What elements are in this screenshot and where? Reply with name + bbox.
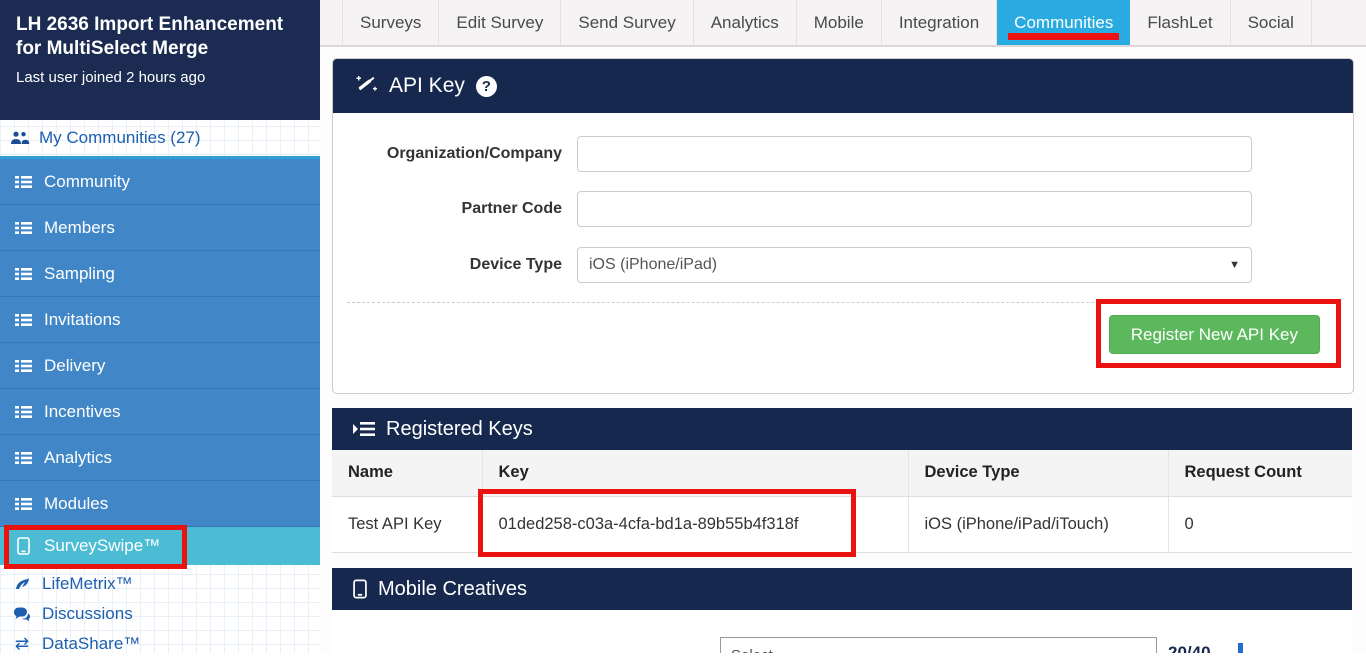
- organization-label: Organization/Company: [333, 145, 577, 163]
- sidebar-item-modules[interactable]: Modules: [0, 481, 320, 527]
- sidebar-item-delivery[interactable]: Delivery: [0, 343, 320, 389]
- organization-input[interactable]: [577, 136, 1252, 172]
- creative-counter-text: 20/40: [1168, 643, 1211, 653]
- column-header-device-type: Device Type: [908, 450, 1168, 496]
- tab-communities-label: Communities: [1014, 13, 1113, 32]
- last-user-joined-text: Last user joined 2 hours ago: [16, 69, 304, 86]
- form-row-organization: Organization/Company: [333, 136, 1353, 172]
- device-type-selected-value: iOS (iPhone/iPad): [589, 256, 717, 274]
- sidebar-item-analytics[interactable]: Analytics: [0, 435, 320, 481]
- leaf-icon: [12, 577, 32, 591]
- list-icon: [13, 221, 33, 235]
- tab-communities[interactable]: Communities: [997, 0, 1130, 45]
- key-value-cell: 01ded258-c03a-4cfa-bd1a-89b55b4f318f: [482, 496, 908, 552]
- mobile-creatives-body: Select... 20/40: [332, 610, 1352, 653]
- list-icon: [13, 175, 33, 189]
- my-communities-label: My Communities (27): [39, 128, 201, 148]
- list-icon: [13, 267, 33, 281]
- api-key-panel: API Key ? Organization/Company Partner C…: [332, 58, 1354, 394]
- registered-keys-header: Registered Keys: [332, 408, 1352, 450]
- sidebar-item-label: Delivery: [44, 356, 105, 376]
- sidebar-item-label: DataShare™: [42, 634, 140, 654]
- magic-wand-icon: [354, 74, 378, 98]
- sidebar-item-label: Discussions: [42, 604, 133, 624]
- registered-keys-title: Registered Keys: [386, 418, 533, 441]
- list-icon: [13, 497, 33, 511]
- sidebar-item-members[interactable]: Members: [0, 205, 320, 251]
- sidebar-item-label: SurveySwipe™: [44, 536, 160, 556]
- sidebar-item-incentives[interactable]: Incentives: [0, 389, 320, 435]
- sidebar-item-sampling[interactable]: Sampling: [0, 251, 320, 297]
- mobile-creatives-title: Mobile Creatives: [378, 578, 527, 601]
- device-type-select[interactable]: iOS (iPhone/iPad) ▼: [577, 247, 1252, 283]
- column-header-key: Key: [482, 450, 908, 496]
- tab-send-survey[interactable]: Send Survey: [561, 0, 693, 45]
- form-row-partner-code: Partner Code: [333, 191, 1353, 227]
- help-icon[interactable]: ?: [476, 76, 497, 97]
- creative-select[interactable]: Select...: [720, 637, 1157, 653]
- main-content: API Key ? Organization/Company Partner C…: [320, 47, 1366, 653]
- chat-bubbles-icon: [12, 607, 32, 622]
- sidebar-item-lifemetrix[interactable]: LifeMetrix™: [0, 569, 320, 599]
- form-row-device-type: Device Type iOS (iPhone/iPad) ▼: [333, 247, 1353, 283]
- mobile-creatives-header: Mobile Creatives: [332, 568, 1352, 610]
- sidebar-item-label: Analytics: [44, 448, 112, 468]
- sidebar: LH 2636 Import Enhancement for MultiSele…: [0, 0, 320, 653]
- partner-code-label: Partner Code: [333, 200, 577, 218]
- list-icon: [13, 405, 33, 419]
- tab-analytics[interactable]: Analytics: [694, 0, 797, 45]
- transfer-arrows-icon: ⇄: [12, 634, 32, 654]
- key-request-count-cell: 0: [1168, 496, 1352, 552]
- sidebar-item-label: LifeMetrix™: [42, 574, 133, 594]
- column-header-request-count: Request Count: [1168, 450, 1352, 496]
- key-device-type-cell: iOS (iPhone/iPad/iTouch): [908, 496, 1168, 552]
- sidebar-item-community[interactable]: Community: [0, 159, 320, 205]
- sidebar-item-label: Sampling: [44, 264, 115, 284]
- mobile-phone-icon: [13, 537, 33, 555]
- sidebar-item-label: Incentives: [44, 402, 121, 422]
- people-group-icon: [10, 131, 30, 145]
- table-header-row: Name Key Device Type Request Count: [332, 450, 1352, 496]
- registered-keys-table: Name Key Device Type Request Count Test …: [332, 450, 1352, 553]
- sidebar-item-surveyswipe[interactable]: SurveySwipe™: [0, 527, 320, 565]
- tab-edit-survey[interactable]: Edit Survey: [439, 0, 561, 45]
- register-new-api-key-button[interactable]: Register New API Key: [1109, 315, 1320, 354]
- registered-keys-panel: Registered Keys Name Key Device Type Req…: [332, 408, 1352, 553]
- list-icon: [13, 451, 33, 465]
- blue-marker-icon: [1238, 643, 1243, 653]
- mobile-creatives-panel: Mobile Creatives Select... 20/40: [332, 568, 1352, 653]
- sidebar-item-invitations[interactable]: Invitations: [0, 297, 320, 343]
- sidebar-item-label: Members: [44, 218, 115, 238]
- list-icon: [13, 359, 33, 373]
- sidebar-item-label: Invitations: [44, 310, 121, 330]
- key-name-cell: Test API Key: [332, 496, 482, 552]
- community-title: LH 2636 Import Enhancement for MultiSele…: [16, 13, 304, 62]
- dashed-divider: [347, 302, 1339, 303]
- sidebar-item-label: Modules: [44, 494, 108, 514]
- tab-integration[interactable]: Integration: [882, 0, 997, 45]
- device-type-label: Device Type: [333, 256, 577, 274]
- sidebar-item-discussions[interactable]: Discussions: [0, 599, 320, 629]
- tab-surveys[interactable]: Surveys: [342, 0, 439, 45]
- tab-flashlet[interactable]: FlashLet: [1130, 0, 1230, 45]
- table-row: Test API Key 01ded258-c03a-4cfa-bd1a-89b…: [332, 496, 1352, 552]
- list-icon: [13, 313, 33, 327]
- annotation-underline-communities: [1008, 33, 1119, 40]
- my-communities-link[interactable]: My Communities (27): [0, 120, 320, 159]
- api-key-title: API Key: [389, 74, 465, 98]
- sidebar-item-datashare[interactable]: ⇄ DataShare™: [0, 629, 320, 659]
- community-header: LH 2636 Import Enhancement for MultiSele…: [0, 0, 320, 120]
- sidebar-item-label: Community: [44, 172, 130, 192]
- tab-mobile[interactable]: Mobile: [797, 0, 882, 45]
- api-key-header: API Key ?: [333, 59, 1353, 113]
- chevron-down-icon: ▼: [1229, 259, 1240, 271]
- partner-code-input[interactable]: [577, 191, 1252, 227]
- key-list-icon: [353, 421, 375, 437]
- top-navigation: Surveys Edit Survey Send Survey Analytic…: [320, 0, 1366, 47]
- mobile-phone-icon: [353, 579, 367, 599]
- column-header-name: Name: [332, 450, 482, 496]
- tab-social[interactable]: Social: [1231, 0, 1312, 45]
